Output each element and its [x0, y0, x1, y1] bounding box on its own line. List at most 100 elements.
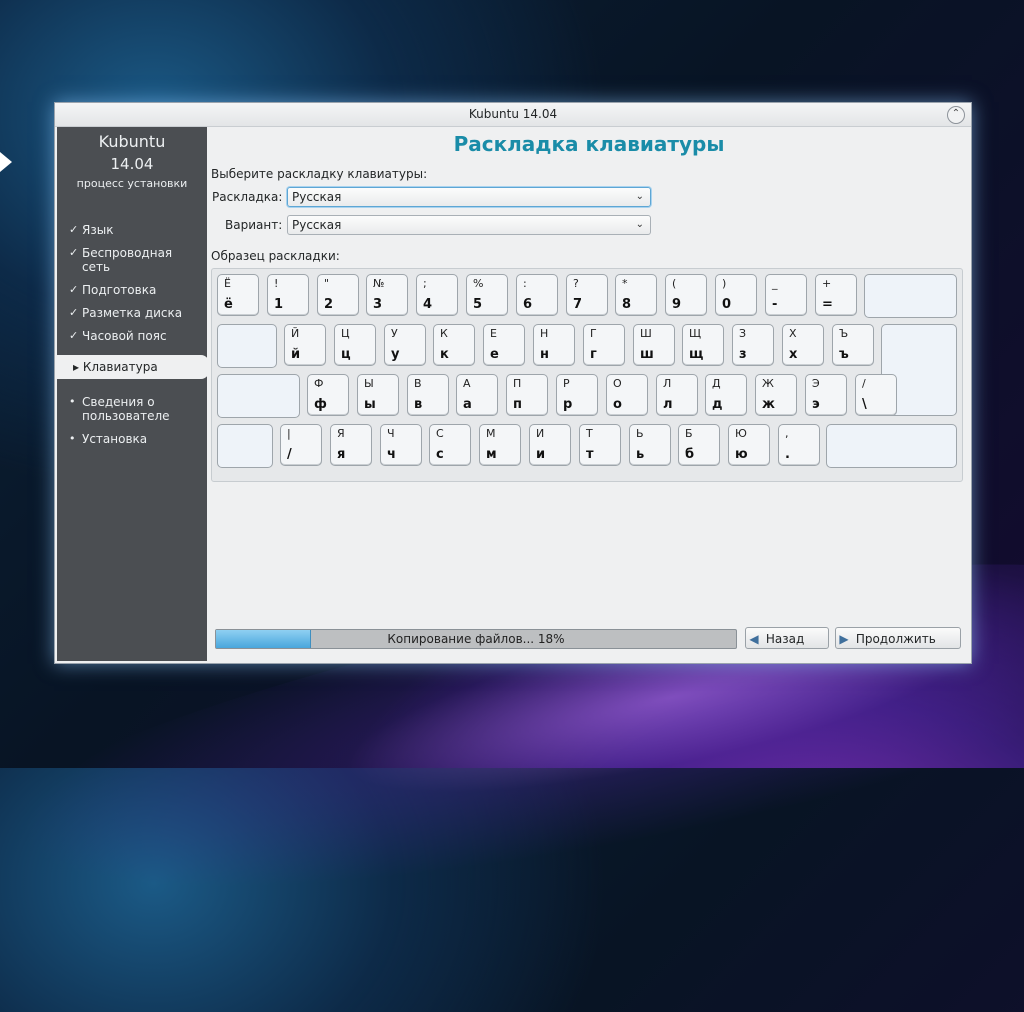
keyboard-key: Яя	[330, 424, 372, 466]
step-prepare: ✓ Подготовка	[69, 283, 157, 297]
right-shift-key	[826, 424, 957, 468]
key-lower-char: к	[440, 347, 449, 362]
step-keyboard-active: ▸ Клавиатура	[57, 355, 209, 379]
key-upper-char: Я	[337, 427, 345, 440]
key-upper-char: С	[436, 427, 444, 440]
keyboard-key: Уу	[384, 324, 426, 366]
keyboard-key: _ -	[765, 274, 807, 316]
keyboard-key: Зз	[732, 324, 774, 366]
key-lower-char: .	[785, 447, 790, 462]
variant-select[interactable]: Русская ⌄	[287, 215, 651, 235]
key-lower-char: в	[414, 397, 423, 412]
key-upper-char: Г	[590, 327, 597, 340]
keyboard-key: / \	[855, 374, 897, 416]
layout-select[interactable]: Русская ⌄	[287, 187, 651, 207]
key-lower-char: 7	[573, 297, 583, 312]
bullet-icon: •	[69, 395, 76, 408]
key-lower-char: о	[613, 397, 622, 412]
key-upper-char: +	[822, 277, 832, 290]
key-upper-char: |	[287, 427, 291, 440]
key-lower-char: п	[513, 397, 522, 412]
key-upper-char: К	[440, 327, 448, 340]
keyboard-key: Йй	[284, 324, 326, 366]
key-upper-char: Ц	[341, 327, 350, 340]
keyboard-key: Мм	[479, 424, 521, 466]
step-install: • Установка	[69, 432, 148, 446]
key-lower-char: =	[822, 297, 833, 312]
key-upper-char: Э	[812, 377, 820, 390]
key-lower-char: 1	[274, 297, 284, 312]
key-upper-char: П	[513, 377, 522, 390]
keyboard-key: Гг	[583, 324, 625, 366]
key-lower-char: е	[490, 347, 499, 362]
keyboard-key: Ээ	[805, 374, 847, 416]
keyboard-key: Шш	[633, 324, 675, 366]
key-upper-char: ,	[785, 427, 789, 440]
key-upper-char: №	[373, 277, 385, 290]
key-lower-char: \	[862, 397, 867, 412]
key-lower-char: р	[563, 397, 573, 412]
step-wireless: ✓ Беспроводная сеть	[69, 246, 173, 274]
arrow-left-icon: ◀	[749, 632, 759, 646]
keyboard-key: Дд	[705, 374, 747, 416]
brand-version: 14.04	[110, 155, 154, 173]
key-lower-char: т	[586, 447, 594, 462]
key-upper-char: Ъ	[839, 327, 849, 340]
key-lower-char: щ	[689, 347, 704, 362]
back-button[interactable]: ◀ Назад	[745, 627, 829, 649]
keyboard-key: | /	[280, 424, 322, 466]
keyboard-key: + =	[815, 274, 857, 316]
key-upper-char: Ш	[640, 327, 652, 340]
key-upper-char: !	[274, 277, 279, 290]
key-lower-char: 6	[523, 297, 533, 312]
key-upper-char: Ч	[387, 427, 395, 440]
key-lower-char: с	[436, 447, 444, 462]
keyboard-key: Сс	[429, 424, 471, 466]
arrow-right-icon: ▸	[73, 360, 80, 374]
brand-block: Kubuntu 14.04 процесс установки	[57, 131, 207, 193]
installer-window: Kubuntu 14.04 ⌃ Kubuntu 14.04 процесс ус…	[54, 102, 972, 664]
keyboard-key: Чч	[380, 424, 422, 466]
step-partition: ✓ Разметка диска	[69, 306, 183, 320]
install-progress-bar: Копирование файлов... 18%	[215, 629, 737, 649]
key-upper-char: *	[622, 277, 628, 290]
window-titlebar[interactable]: Kubuntu 14.04 ⌃	[55, 103, 971, 127]
key-upper-char: Т	[586, 427, 593, 440]
layout-select-value: Русская	[292, 190, 342, 204]
key-lower-char: д	[712, 397, 723, 412]
page-title: Раскладка клавиатуры	[453, 132, 725, 156]
step-user-info: • Сведения о пользователе	[69, 395, 170, 423]
key-lower-char: ф	[314, 397, 327, 412]
key-upper-char: Ё	[224, 277, 231, 290]
backspace-key	[864, 274, 957, 318]
key-lower-char: и	[536, 447, 546, 462]
key-lower-char: ы	[364, 397, 376, 412]
check-icon: ✓	[69, 306, 79, 319]
key-lower-char: ж	[762, 397, 775, 412]
key-upper-char: Е	[490, 327, 497, 340]
left-shift-key	[217, 424, 273, 468]
keyboard-preview: Ёё! 1 " 2 № 3; 4% 5:6? 7 * 8(9) 0 _ - + = Йй Цц Уу Кк Ее Нн Гг…	[211, 268, 963, 482]
keyboard-key: :6	[516, 274, 558, 316]
key-lower-char: я	[337, 447, 346, 462]
key-upper-char: _	[772, 277, 778, 290]
key-lower-char: 0	[722, 297, 732, 312]
key-lower-char: х	[789, 347, 798, 362]
key-lower-char: ч	[387, 447, 396, 462]
key-lower-char: 4	[423, 297, 433, 312]
close-icon[interactable]: ⌃	[947, 106, 965, 124]
continue-button-label: Продолжить	[855, 632, 936, 646]
key-upper-char: Ю	[735, 427, 747, 440]
preview-label: Образец раскладки:	[211, 249, 340, 263]
keyboard-key: Тт	[579, 424, 621, 466]
brand-name: Kubuntu	[98, 132, 166, 151]
key-upper-char: Ф	[314, 377, 324, 390]
key-upper-char: О	[613, 377, 622, 390]
keyboard-key: Кк	[433, 324, 475, 366]
keyboard-key: " 2	[317, 274, 359, 316]
key-upper-char: :	[523, 277, 527, 290]
keyboard-key: ,.	[778, 424, 820, 466]
key-lower-char: -	[772, 297, 778, 312]
continue-button[interactable]: ▶ Продолжить	[835, 627, 961, 649]
keyboard-key: Рр	[556, 374, 598, 416]
